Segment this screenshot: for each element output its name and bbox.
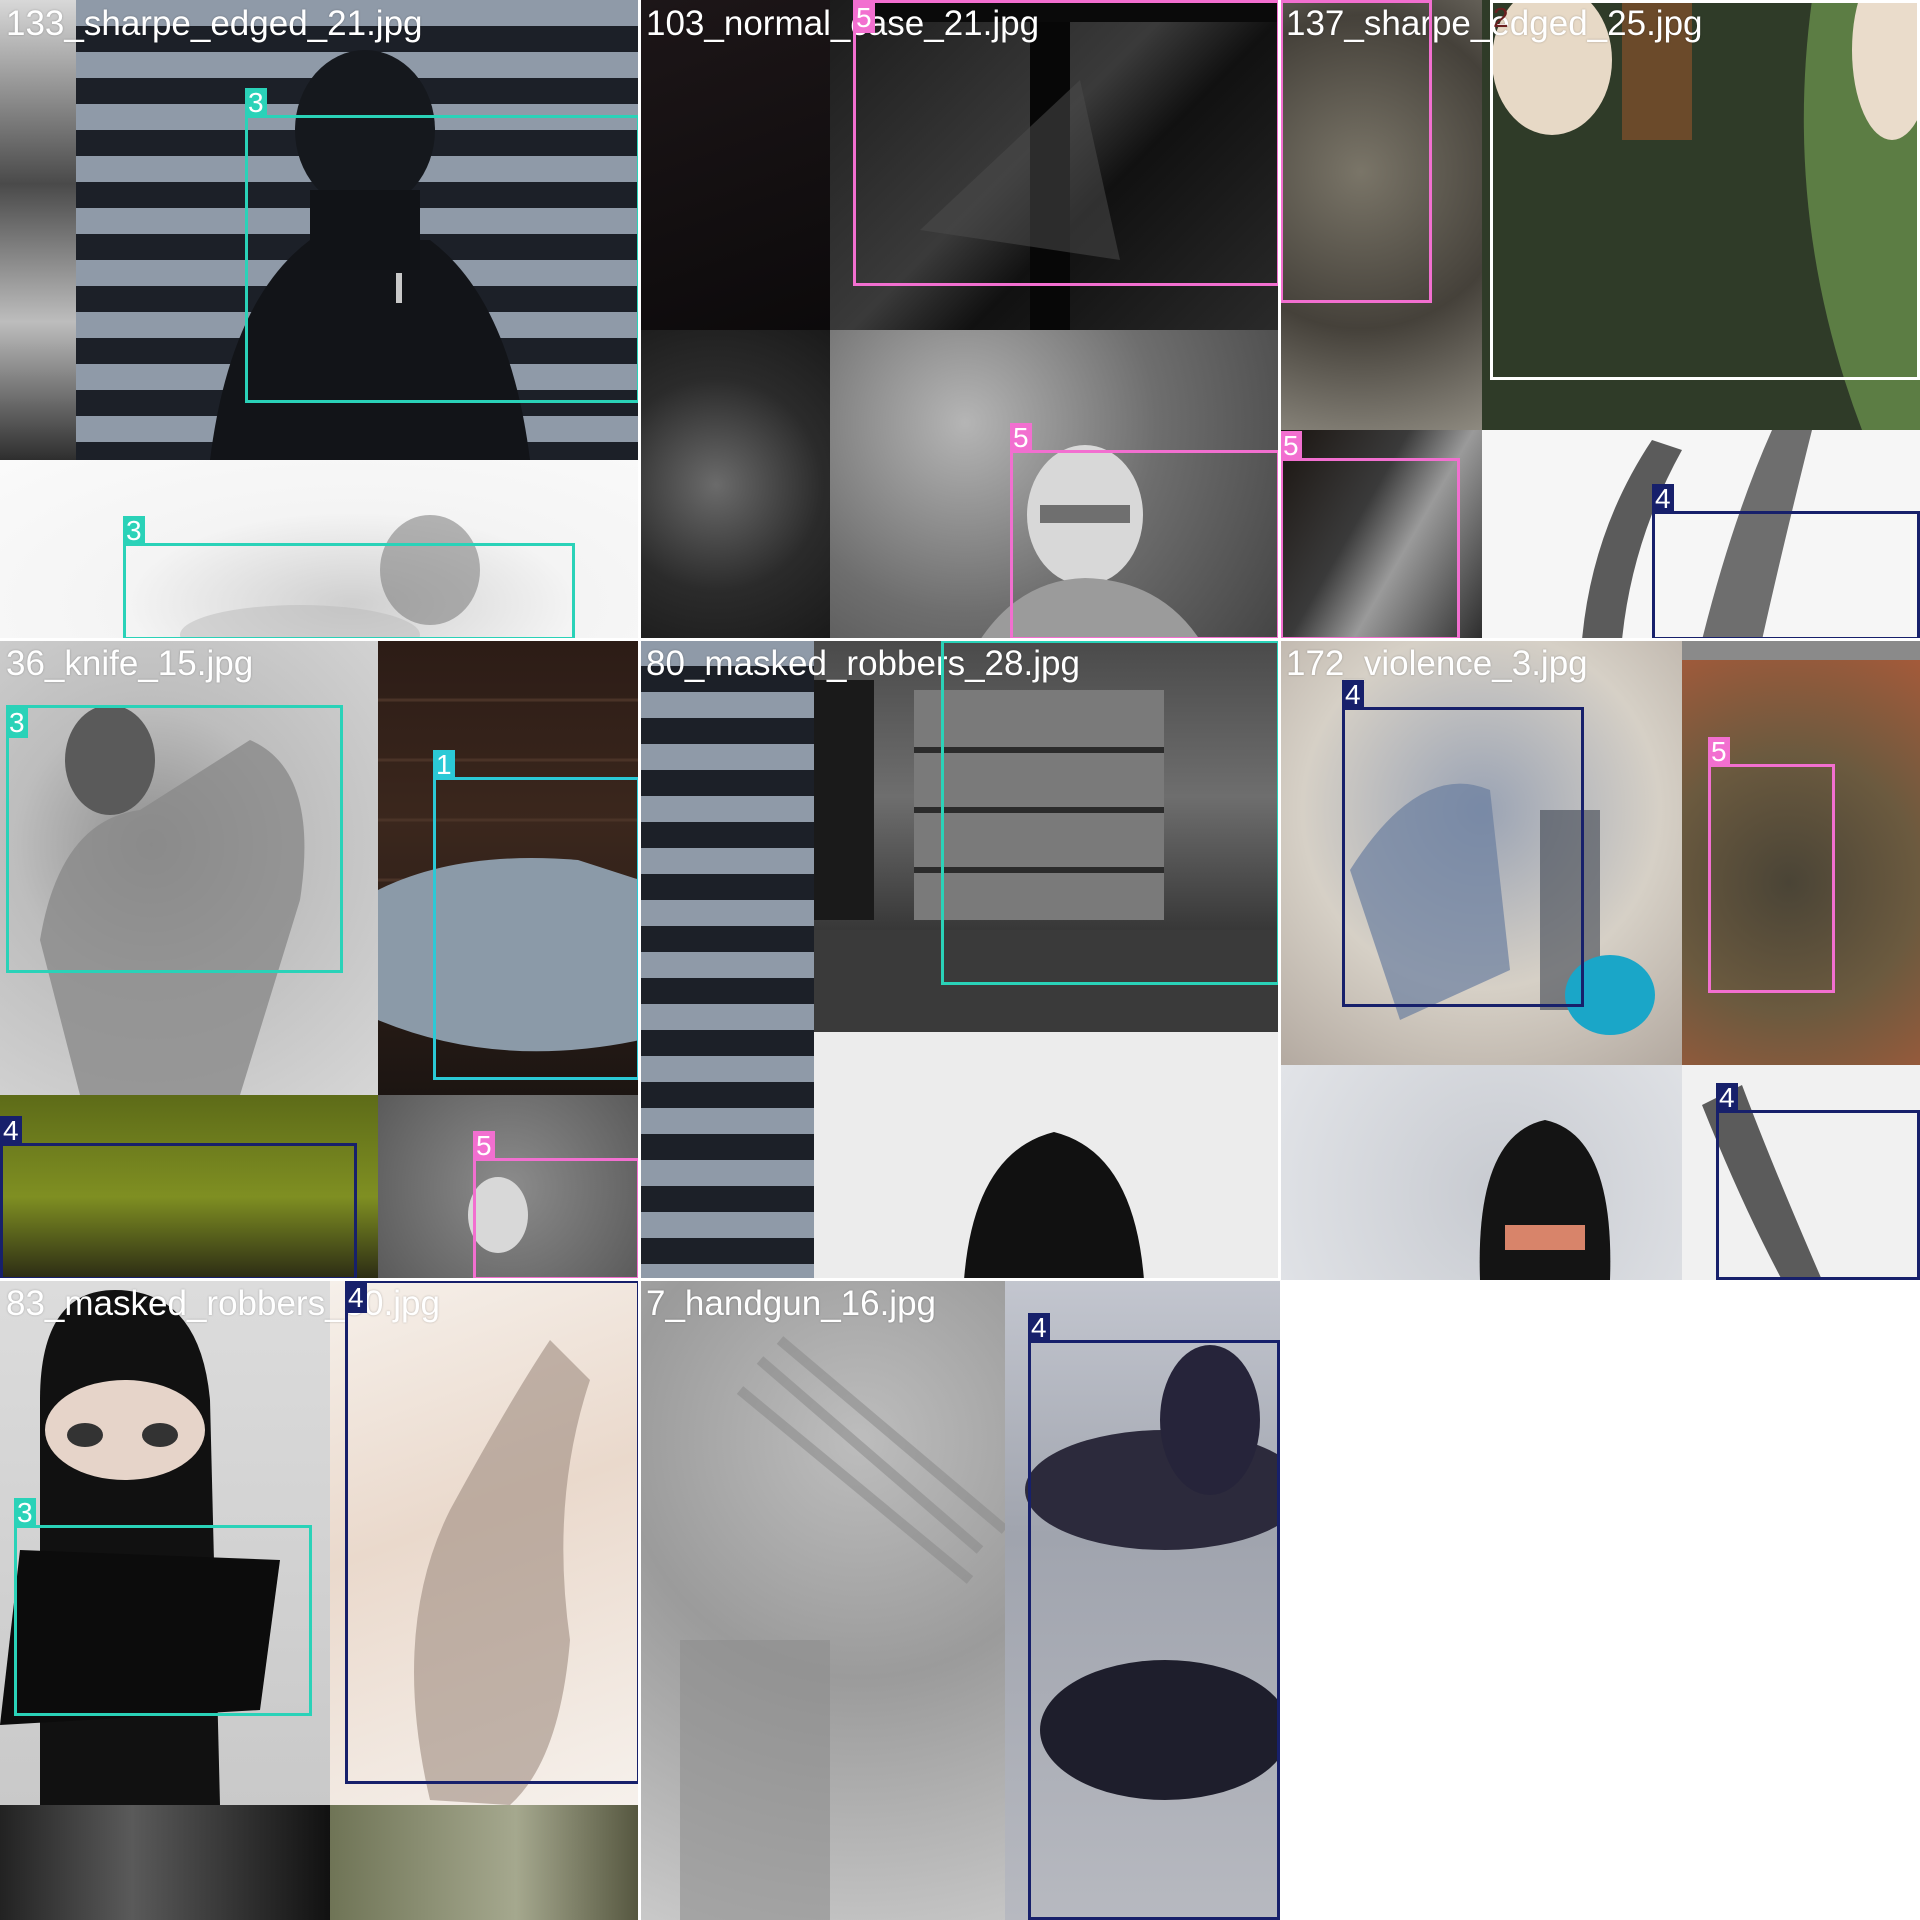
image-piece	[814, 1032, 1280, 1280]
bbox: 2	[1490, 0, 1920, 380]
bbox: 5	[1708, 737, 1835, 993]
class-label: 1	[433, 750, 455, 780]
tile-filename: 7_handgun_16.jpg	[646, 1284, 937, 1323]
bbox: 1	[433, 750, 640, 1080]
tile-filename: 36_knife_15.jpg	[6, 644, 254, 683]
bbox: 3	[245, 88, 640, 403]
bbox: 4	[1342, 680, 1584, 1007]
tile-filename: 133_sharpe_edged_21.jpg	[6, 4, 423, 43]
class-label: 3	[14, 1498, 36, 1528]
empty-tile	[1280, 1280, 1920, 1920]
bbox: 4	[0, 1116, 357, 1280]
mosaic-tile: 103_normal_case_21.jpg 5 5	[640, 0, 1280, 640]
class-label: 2	[1493, 2, 1509, 33]
class-label: 4	[1028, 1313, 1050, 1343]
class-label: 5	[1708, 737, 1730, 767]
bbox: 3	[123, 516, 575, 640]
class-label: 3	[245, 88, 267, 118]
bbox: 5	[853, 0, 1280, 286]
class-label: 5	[853, 3, 875, 33]
grid-divider	[0, 638, 1920, 641]
mosaic-tile: 83_masked_robbers_30.jpg 3 4	[0, 1280, 640, 1920]
mosaic-tile: 137_sharpe_edged_25.jpg 2 5 4	[1280, 0, 1920, 640]
class-label: 4	[1342, 680, 1364, 710]
bbox: 3	[6, 705, 343, 973]
class-label: 4	[0, 1116, 22, 1146]
mosaic-tile: 172_violence_3.jpg 4 5 4	[1280, 640, 1920, 1280]
class-label: 5	[1010, 423, 1032, 453]
class-label: 5	[1280, 431, 1302, 461]
class-label: 4	[345, 1283, 367, 1313]
image-piece	[0, 1805, 330, 1920]
bbox: 4	[1028, 1313, 1280, 1920]
class-label: 4	[1716, 1083, 1738, 1113]
class-label: 3	[123, 516, 145, 546]
bbox: 5	[1280, 431, 1460, 640]
mosaic-grid: 133_sharpe_edged_21.jpg 3 3 103_normal_c…	[0, 0, 1920, 1920]
mosaic-tile: 133_sharpe_edged_21.jpg 3 3	[0, 0, 640, 640]
bbox: 5	[1010, 423, 1280, 640]
class-label: 5	[473, 1131, 495, 1161]
class-label: 4	[1652, 484, 1674, 514]
mosaic-tile: 7_handgun_16.jpg 4	[640, 1280, 1280, 1920]
image-piece	[640, 640, 814, 1280]
image-piece	[1682, 640, 1920, 660]
image-piece	[1280, 1065, 1682, 1280]
image-piece	[0, 0, 76, 460]
mosaic-tile: 36_knife_15.jpg 3 1 4 5	[0, 640, 640, 1280]
bbox: 4	[1716, 1083, 1920, 1280]
image-piece	[640, 1280, 1005, 1920]
image-piece	[640, 0, 830, 330]
image-piece	[640, 330, 830, 640]
mosaic-tile: 80_masked_robbers_28.jpg 3	[640, 640, 1280, 1280]
grid-divider	[0, 1278, 1280, 1281]
bbox: 3	[14, 1498, 312, 1716]
bbox	[1280, 0, 1432, 303]
bbox: 4	[345, 1280, 640, 1784]
bbox: 5	[473, 1131, 640, 1280]
bbox: 4	[1652, 484, 1920, 640]
tile-filename: 172_violence_3.jpg	[1286, 644, 1588, 683]
grid-divider	[638, 0, 641, 1920]
image-piece	[330, 1805, 640, 1920]
class-label: 3	[6, 708, 28, 738]
bbox: 3	[941, 640, 1280, 985]
